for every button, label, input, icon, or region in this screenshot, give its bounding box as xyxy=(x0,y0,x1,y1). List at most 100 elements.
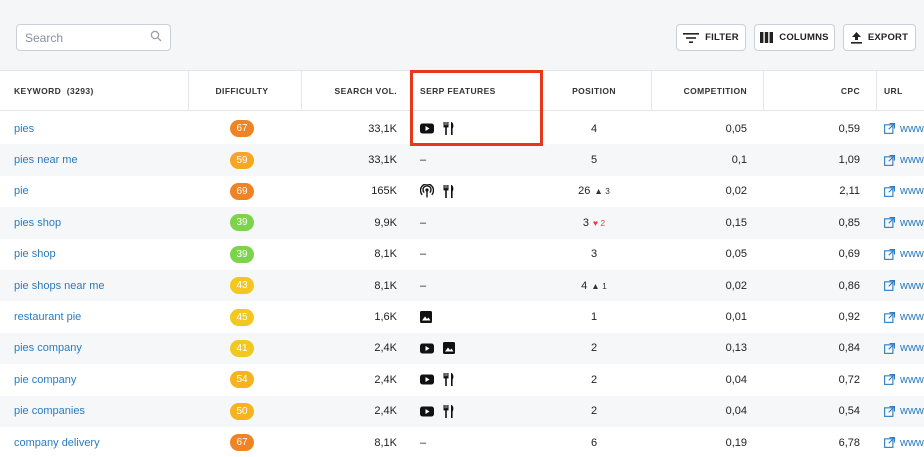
serp-empty: – xyxy=(420,154,427,167)
columns-label: COLUMNS xyxy=(779,32,829,43)
difficulty-badge: 69 xyxy=(230,182,254,200)
position-change: ▲ 1 xyxy=(591,281,607,291)
competition-value: 0,04 xyxy=(725,405,747,418)
external-link-icon xyxy=(884,280,895,292)
serp-features-cell xyxy=(420,176,455,207)
competition-value: 0,1 xyxy=(731,154,747,167)
column-header-position[interactable]: POSITION xyxy=(545,71,643,110)
filter-button[interactable]: FILTER xyxy=(676,24,746,51)
url-text: www xyxy=(900,216,924,229)
difficulty-cell: 69 xyxy=(190,176,294,207)
cpc-value: 1,09 xyxy=(838,154,860,167)
podcast-icon xyxy=(420,184,434,198)
keyword-link[interactable]: pie shops near me xyxy=(14,270,105,301)
keyword-link[interactable]: pies company xyxy=(14,333,82,364)
external-link-icon xyxy=(884,311,895,323)
url-link[interactable]: www xyxy=(884,427,924,457)
url-link[interactable]: www xyxy=(884,239,924,270)
position-cell: 4 ▲ 1 xyxy=(545,270,643,301)
table-row[interactable]: pie companies 50 2,4K 2 0,04 0,54 www xyxy=(0,395,924,427)
restaurant-icon xyxy=(443,373,455,387)
position-value: 26 xyxy=(578,185,591,198)
restaurant-icon xyxy=(443,122,455,136)
columns-button[interactable]: COLUMNS xyxy=(754,24,835,51)
url-text: www xyxy=(900,405,924,418)
export-button[interactable]: EXPORT xyxy=(843,24,916,51)
column-header-url[interactable]: URL xyxy=(884,71,903,110)
keyword-link[interactable]: pies shop xyxy=(14,207,61,238)
table-row[interactable]: company delivery 67 8,1K – 6 0,19 6,78 w… xyxy=(0,426,924,457)
url-link[interactable]: www xyxy=(884,396,924,427)
table-row[interactable]: pie shops near me 43 8,1K – 4 ▲ 1 0,02 0,… xyxy=(0,269,924,302)
keyword-link[interactable]: pie companies xyxy=(14,396,85,427)
keyword-link[interactable]: restaurant pie xyxy=(14,301,81,332)
keyword-link[interactable]: company delivery xyxy=(14,427,100,457)
difficulty-cell: 39 xyxy=(190,239,294,270)
difficulty-cell: 45 xyxy=(190,301,294,332)
keywords-table: KEYWORD (3293) DIFFICULTY SEARCH VOL. SE… xyxy=(0,70,924,457)
url-link[interactable]: www xyxy=(884,301,924,332)
restaurant-icon xyxy=(443,184,455,198)
difficulty-cell: 50 xyxy=(190,396,294,427)
url-link[interactable]: www xyxy=(884,176,924,207)
serp-features-cell xyxy=(420,333,455,364)
position-cell: 26 ▲ 3 xyxy=(545,176,643,207)
url-text: www xyxy=(900,373,924,386)
competition-value: 0,05 xyxy=(725,122,747,135)
position-cell: 4 xyxy=(545,113,643,144)
position-value: 6 xyxy=(590,436,598,449)
url-text: www xyxy=(900,154,924,167)
url-link[interactable]: www xyxy=(884,144,924,175)
table-row[interactable]: pie 69 165K 26 ▲ 3 0,02 2,11 www xyxy=(0,175,924,208)
table-row[interactable]: pies 67 33,1K 4 0,05 0,59 www xyxy=(0,113,924,145)
url-text: www xyxy=(900,436,924,449)
restaurant-icon xyxy=(443,404,455,418)
position-value: 4 xyxy=(590,122,598,135)
competition-value: 0,05 xyxy=(725,248,747,261)
position-change: ▲ 3 xyxy=(594,186,610,196)
column-header-search-vol[interactable]: SEARCH VOL. xyxy=(300,71,397,110)
keyword-link[interactable]: pie xyxy=(14,176,29,207)
cpc-value: 0,85 xyxy=(838,216,860,229)
difficulty-cell: 67 xyxy=(190,113,294,144)
keyword-link[interactable]: pies near me xyxy=(14,144,78,175)
keyword-link[interactable]: pies xyxy=(14,113,34,144)
serp-features-cell xyxy=(420,113,455,144)
position-cell: 2 xyxy=(545,333,643,364)
serp-empty: – xyxy=(420,216,427,229)
column-header-competition[interactable]: COMPETITION xyxy=(650,71,747,110)
url-link[interactable]: www xyxy=(884,207,924,238)
url-link[interactable]: www xyxy=(884,270,924,301)
difficulty-cell: 43 xyxy=(190,270,294,301)
column-header-serp-features[interactable]: SERP FEATURES xyxy=(420,71,496,110)
position-cell: 2 xyxy=(545,364,643,395)
url-link[interactable]: www xyxy=(884,364,924,395)
serp-features-cell: – xyxy=(420,144,426,175)
url-link[interactable]: www xyxy=(884,333,924,364)
column-header-cpc[interactable]: CPC xyxy=(770,71,860,110)
column-header-keyword[interactable]: KEYWORD (3293) xyxy=(14,71,94,110)
difficulty-badge: 50 xyxy=(230,402,254,420)
table-row[interactable]: pies company 41 2,4K 2 0,13 0,84 www xyxy=(0,332,924,365)
keyword-link[interactable]: pie company xyxy=(14,364,76,395)
columns-icon xyxy=(760,32,774,43)
keyword-link[interactable]: pie shop xyxy=(14,239,56,270)
table-row[interactable]: pie company 54 2,4K 2 0,04 0,72 www xyxy=(0,364,924,396)
table-row[interactable]: pies near me 59 33,1K – 5 0,1 1,09 www xyxy=(0,144,924,176)
position-value: 3 xyxy=(590,248,598,261)
difficulty-cell: 59 xyxy=(190,144,294,175)
serp-empty: – xyxy=(420,279,427,292)
competition-value: 0,13 xyxy=(725,342,747,355)
difficulty-badge: 54 xyxy=(230,371,254,389)
arrow-up-icon: ▲ xyxy=(591,280,600,291)
url-text: www xyxy=(900,311,924,324)
url-link[interactable]: www xyxy=(884,113,924,144)
table-row[interactable]: pies shop 39 9,9K – 3 ♥ 2 0,15 0,85 www xyxy=(0,207,924,239)
table-row[interactable]: pie shop 39 8,1K – 3 0,05 0,69 www xyxy=(0,238,924,270)
search-volume: 8,1K xyxy=(374,279,397,292)
table-row[interactable]: restaurant pie 45 1,6K 1 0,01 0,92 www xyxy=(0,301,924,333)
position-cell: 3 ♥ 2 xyxy=(545,207,643,238)
search-volume: 165K xyxy=(371,185,397,198)
search-input[interactable]: Search xyxy=(16,24,171,51)
column-header-difficulty[interactable]: DIFFICULTY xyxy=(190,71,294,110)
